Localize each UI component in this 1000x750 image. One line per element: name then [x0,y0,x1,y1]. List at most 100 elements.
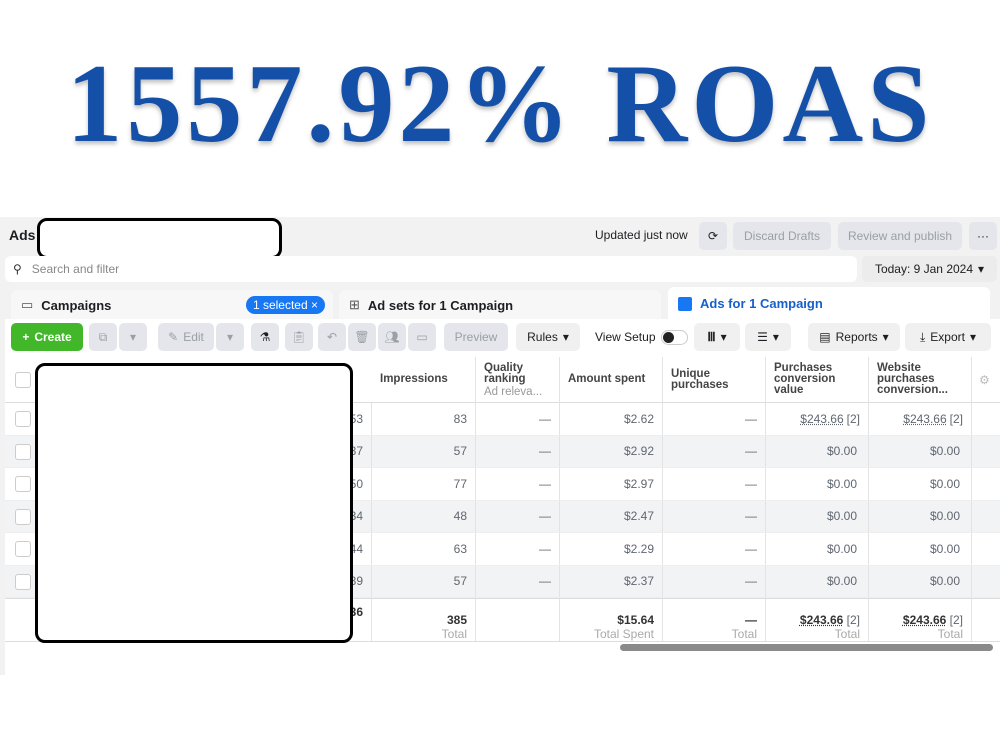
row-checkbox[interactable] [15,541,31,557]
headline: 1557.92% ROAS [66,42,934,166]
cell-web: $0.00 [869,500,972,532]
cell-amount: $2.37 [560,565,663,597]
search-input[interactable]: ⚲ Search and filter [5,256,857,282]
comment-button[interactable]: ▭ [408,323,436,351]
edit-dropdown[interactable]: ▾ [216,323,244,351]
cell-pcv: $0.00 [766,500,869,532]
chevron-down-icon: ▾ [720,330,727,344]
row-checkbox[interactable] [15,443,31,460]
columns-icon: Ⅲ [707,330,716,344]
rules-button[interactable]: Rules ▾ [516,323,580,351]
horizontal-scrollbar[interactable] [620,644,993,651]
web-value: $0.00 [929,476,960,491]
tab-ads-label: Ads for 1 Campaign [700,296,823,311]
breakdown-icon: ☰ [757,330,768,344]
duplicate-dropdown[interactable]: ▾ [119,323,147,351]
total-pcv-value[interactable]: $243.66 [800,613,843,627]
cell-pcv: $0.00 [766,533,869,565]
chevron-down-icon: ▾ [969,330,977,344]
total-unique-label: Total [731,627,757,641]
cell-unique: — [663,533,766,565]
web-value: $0.00 [929,509,960,524]
columns-button[interactable]: Ⅲ ▾ [694,323,740,351]
cell-partial: 39 [350,565,372,597]
cell-unique: — [663,500,766,532]
col-quality-ranking[interactable]: Quality ranking Ad releva... [476,357,560,403]
settings-icon[interactable]: ⚙ [979,373,990,387]
date-picker[interactable]: Today: 9 Jan 2024 ▾ [862,256,997,282]
cell-web: $243.66 [2] [869,403,972,435]
discard-drafts-button[interactable]: Discard Drafts [733,222,831,250]
close-icon[interactable]: × [311,298,318,312]
pcv-value[interactable]: $243.66 [800,412,843,426]
cell-quality: — [476,533,560,565]
download-icon: ⤓ [919,329,926,344]
cell-impressions: 57 [372,565,476,597]
cell-impressions: 48 [372,500,476,532]
total-pcv-label: Total [834,627,860,641]
updated-status: Updated just now [595,228,688,242]
toolbar: + Create ⧉ ▾ ✎ Edit ▾ ⚗ 📋︎ ↶ 🗑︎ 👥︎ ▭ Previ… [5,319,1000,357]
pcv-value: $0.00 [826,476,857,491]
row-checkbox[interactable] [15,411,31,427]
cell-quality: — [476,403,560,435]
preview-button[interactable]: Preview [444,323,508,351]
create-label: Create [34,330,72,344]
web-value: $0.00 [929,541,960,556]
chevron-down-icon: ▾ [978,262,985,276]
create-button[interactable]: + Create [11,323,83,351]
redacted-ad-names [35,363,353,643]
cell-unique: — [663,468,766,500]
col-unique-purchases[interactable]: Unique purchases [663,357,766,403]
col-impressions[interactable]: Impressions [372,357,476,403]
col-amount-spent[interactable]: Amount spent [560,357,663,403]
selected-badge[interactable]: 1 selected × [245,296,325,314]
chevron-down-icon: ▾ [226,330,234,344]
edit-button[interactable]: ✎ Edit [158,323,214,351]
refresh-button[interactable]: ⟳ [699,222,727,250]
cell-partial: 37 [350,435,372,467]
pcv-value: $0.00 [826,444,857,459]
web-value[interactable]: $243.66 [903,412,946,426]
cell-impressions: 83 [372,403,476,435]
cell-quality: — [476,435,560,467]
undo-button[interactable]: ↶ [318,323,346,351]
review-publish-button[interactable]: Review and publish [838,222,962,250]
duplicate-button[interactable]: ⧉ [89,323,117,351]
export-button[interactable]: ⤓ Export ▾ [905,323,991,351]
col-purchases-conversion-value[interactable]: Purchases conversion value [766,357,869,403]
col-quality-sub: Ad releva... [484,386,543,398]
row-checkbox[interactable] [15,508,31,525]
people-icon: 👥︎ [384,330,400,344]
reports-button[interactable]: ▤ Reports ▾ [808,323,900,351]
breakdown-button[interactable]: ☰ ▾ [745,323,791,351]
ab-test-button[interactable]: ⚗ [251,323,279,351]
cell-pcv: $0.00 [766,565,869,597]
cell-quality: — [476,565,560,597]
cell-amount: $2.97 [560,468,663,500]
col-website-purchases[interactable]: Website purchases conversion... [869,357,972,403]
redacted-account-name [37,218,282,259]
cell-impressions: 57 [372,435,476,467]
tab-ads[interactable]: Ads for 1 Campaign [668,287,990,320]
date-label: Today: 9 Jan 2024 [874,262,974,276]
audience-button[interactable]: 👥︎ [378,323,406,351]
clipboard-button[interactable]: 📋︎ [285,323,313,351]
total-web-value[interactable]: $243.66 [903,613,946,627]
row-checkbox[interactable] [15,476,31,492]
ad-icon [678,296,692,311]
cell-unique: — [663,403,766,435]
pencil-icon: ✎ [168,330,179,344]
cell-web: $0.00 [869,468,972,500]
cell-pcv: $0.00 [766,468,869,500]
plus-icon: + [22,330,30,344]
row-checkbox[interactable] [15,573,31,590]
view-setup-toggle[interactable] [661,330,688,345]
tab-adsets[interactable]: ⊞ Ad sets for 1 Campaign [339,290,661,320]
total-pcv-count: [2] [846,613,860,627]
selected-count: 1 selected [252,298,308,312]
select-all-checkbox[interactable] [15,372,31,388]
tab-campaigns[interactable]: ▭ Campaigns 1 selected × [11,290,333,320]
more-button[interactable]: ··· [969,222,997,250]
delete-button[interactable]: 🗑︎ [348,323,376,351]
